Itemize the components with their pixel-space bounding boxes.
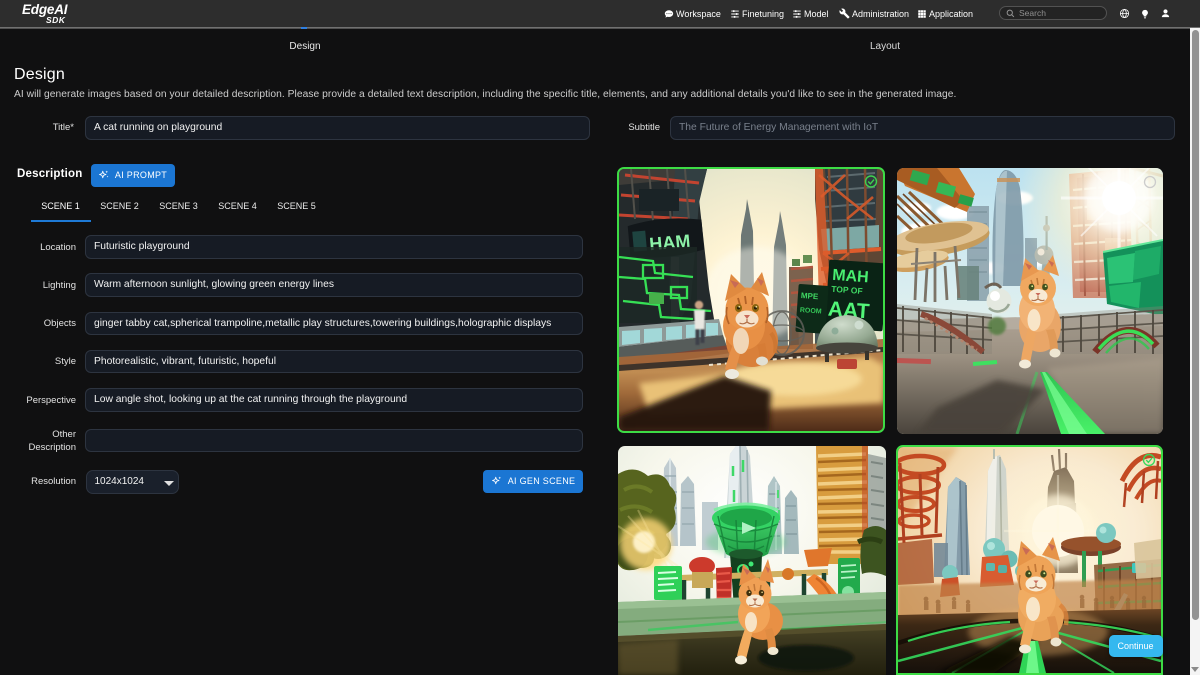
svg-text:MPE: MPE	[801, 291, 820, 301]
